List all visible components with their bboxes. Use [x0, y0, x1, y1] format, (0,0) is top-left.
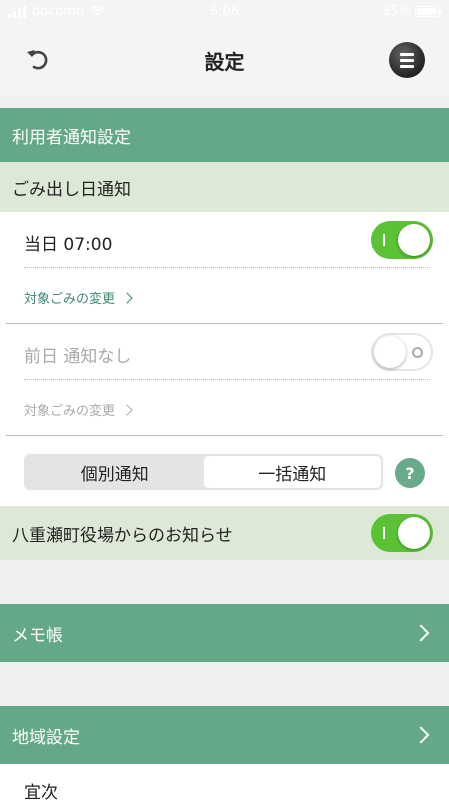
hamburger-menu-icon: [400, 52, 414, 56]
prev-day-change-target-link[interactable]: 対象ごみの変更: [24, 400, 133, 419]
nav-bar: 設定: [0, 24, 449, 96]
memo-row[interactable]: メモ帳: [0, 604, 449, 662]
same-day-toggle[interactable]: [371, 221, 433, 259]
region-settings-label: 地域設定: [12, 727, 80, 748]
region-value-row[interactable]: 宜次: [0, 764, 449, 800]
prev-day-label: 前日 通知なし: [24, 347, 132, 367]
divider: [24, 379, 430, 380]
same-day-change-target-link[interactable]: 対象ごみの変更: [24, 288, 133, 307]
town-notice-toggle[interactable]: [371, 514, 433, 552]
town-notice-label: 八重瀬町役場からのお知らせ: [12, 525, 233, 546]
help-button[interactable]: ?: [395, 458, 425, 488]
battery-icon: [415, 6, 441, 17]
prev-day-toggle[interactable]: [371, 333, 433, 371]
garbage-day-header: ごみ出し日通知: [0, 162, 449, 212]
region-value: 宜次: [24, 783, 58, 800]
notification-mode-segmented-control: 個別通知 一括通知: [24, 454, 383, 490]
status-bar: docomo 6:06 95%: [0, 0, 449, 24]
memo-label: メモ帳: [12, 625, 63, 646]
region-settings-row[interactable]: 地域設定: [0, 706, 449, 764]
divider: [24, 267, 430, 268]
chevron-right-icon: [121, 403, 133, 416]
chevron-right-icon: [412, 624, 430, 642]
divider: [6, 435, 443, 436]
segment-individual[interactable]: 個別通知: [26, 456, 204, 488]
divider: [6, 323, 443, 324]
spacer: [0, 560, 449, 604]
spacer: [0, 662, 449, 706]
same-day-label: 当日 07:00: [24, 235, 113, 255]
menu-button[interactable]: [389, 42, 425, 78]
segment-bulk[interactable]: 一括通知: [203, 456, 381, 488]
chevron-right-icon: [412, 726, 430, 744]
battery-percent: 95%: [382, 4, 411, 19]
chevron-right-icon: [121, 291, 133, 304]
page-title: 設定: [204, 50, 245, 74]
user-notification-header: 利用者通知設定: [0, 108, 449, 162]
